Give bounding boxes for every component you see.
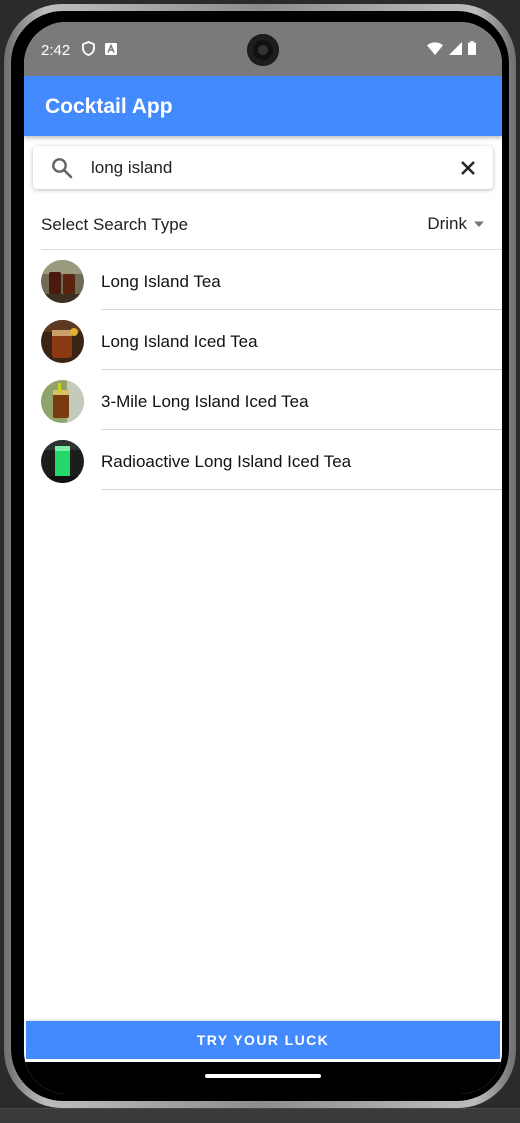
item-title: Long Island Tea: [101, 272, 221, 291]
a-badge-icon: [105, 42, 117, 59]
result-list: Long Island Tea Long Island Iced Tea 3-M…: [24, 250, 502, 490]
close-icon[interactable]: [459, 159, 477, 177]
app-title: Cocktail App: [45, 95, 173, 118]
list-item[interactable]: Long Island Tea: [24, 250, 502, 310]
search-type-row: Select Search Type Drink: [41, 200, 485, 248]
item-title: 3-Mile Long Island Iced Tea: [101, 392, 309, 411]
search-type-value: Drink: [427, 214, 467, 233]
search-bar: [33, 146, 493, 189]
phone-screen: 2:42 Cocktail App long island Select Sea…: [24, 22, 502, 1094]
system-navigation-bar: [24, 1062, 502, 1094]
status-time: 2:42: [41, 42, 71, 59]
signal-icon: [449, 41, 462, 59]
try-your-luck-button[interactable]: TRY YOUR LUCK: [26, 1021, 500, 1059]
list-item[interactable]: Radioactive Long Island Iced Tea: [24, 430, 502, 490]
app-bar: Cocktail App: [24, 76, 502, 136]
item-divider: [101, 489, 502, 490]
drink-thumbnail: [41, 380, 84, 423]
status-right-icons: [427, 41, 476, 59]
desktop-bottom-strip: [0, 1108, 520, 1123]
search-type-dropdown[interactable]: Drink: [427, 209, 485, 239]
search-icon[interactable]: [51, 157, 73, 179]
drink-thumbnail: [41, 440, 84, 483]
battery-icon: [468, 41, 476, 59]
item-title: Long Island Iced Tea: [101, 332, 258, 351]
front-camera: [247, 34, 279, 66]
dropdown-arrow-icon: [473, 215, 485, 233]
drink-thumbnail: [41, 320, 84, 363]
drink-thumbnail: [41, 260, 84, 303]
item-title: Radioactive Long Island Iced Tea: [101, 452, 352, 471]
wifi-icon: [427, 41, 443, 59]
status-bar: 2:42: [24, 22, 502, 76]
status-left-icons: [82, 41, 117, 60]
home-gesture-handle[interactable]: [205, 1074, 321, 1078]
list-item[interactable]: 3-Mile Long Island Iced Tea: [24, 370, 502, 430]
search-type-label: Select Search Type: [41, 215, 189, 234]
shield-icon: [82, 41, 95, 60]
search-input[interactable]: [91, 146, 431, 189]
list-item[interactable]: Long Island Iced Tea: [24, 310, 502, 370]
